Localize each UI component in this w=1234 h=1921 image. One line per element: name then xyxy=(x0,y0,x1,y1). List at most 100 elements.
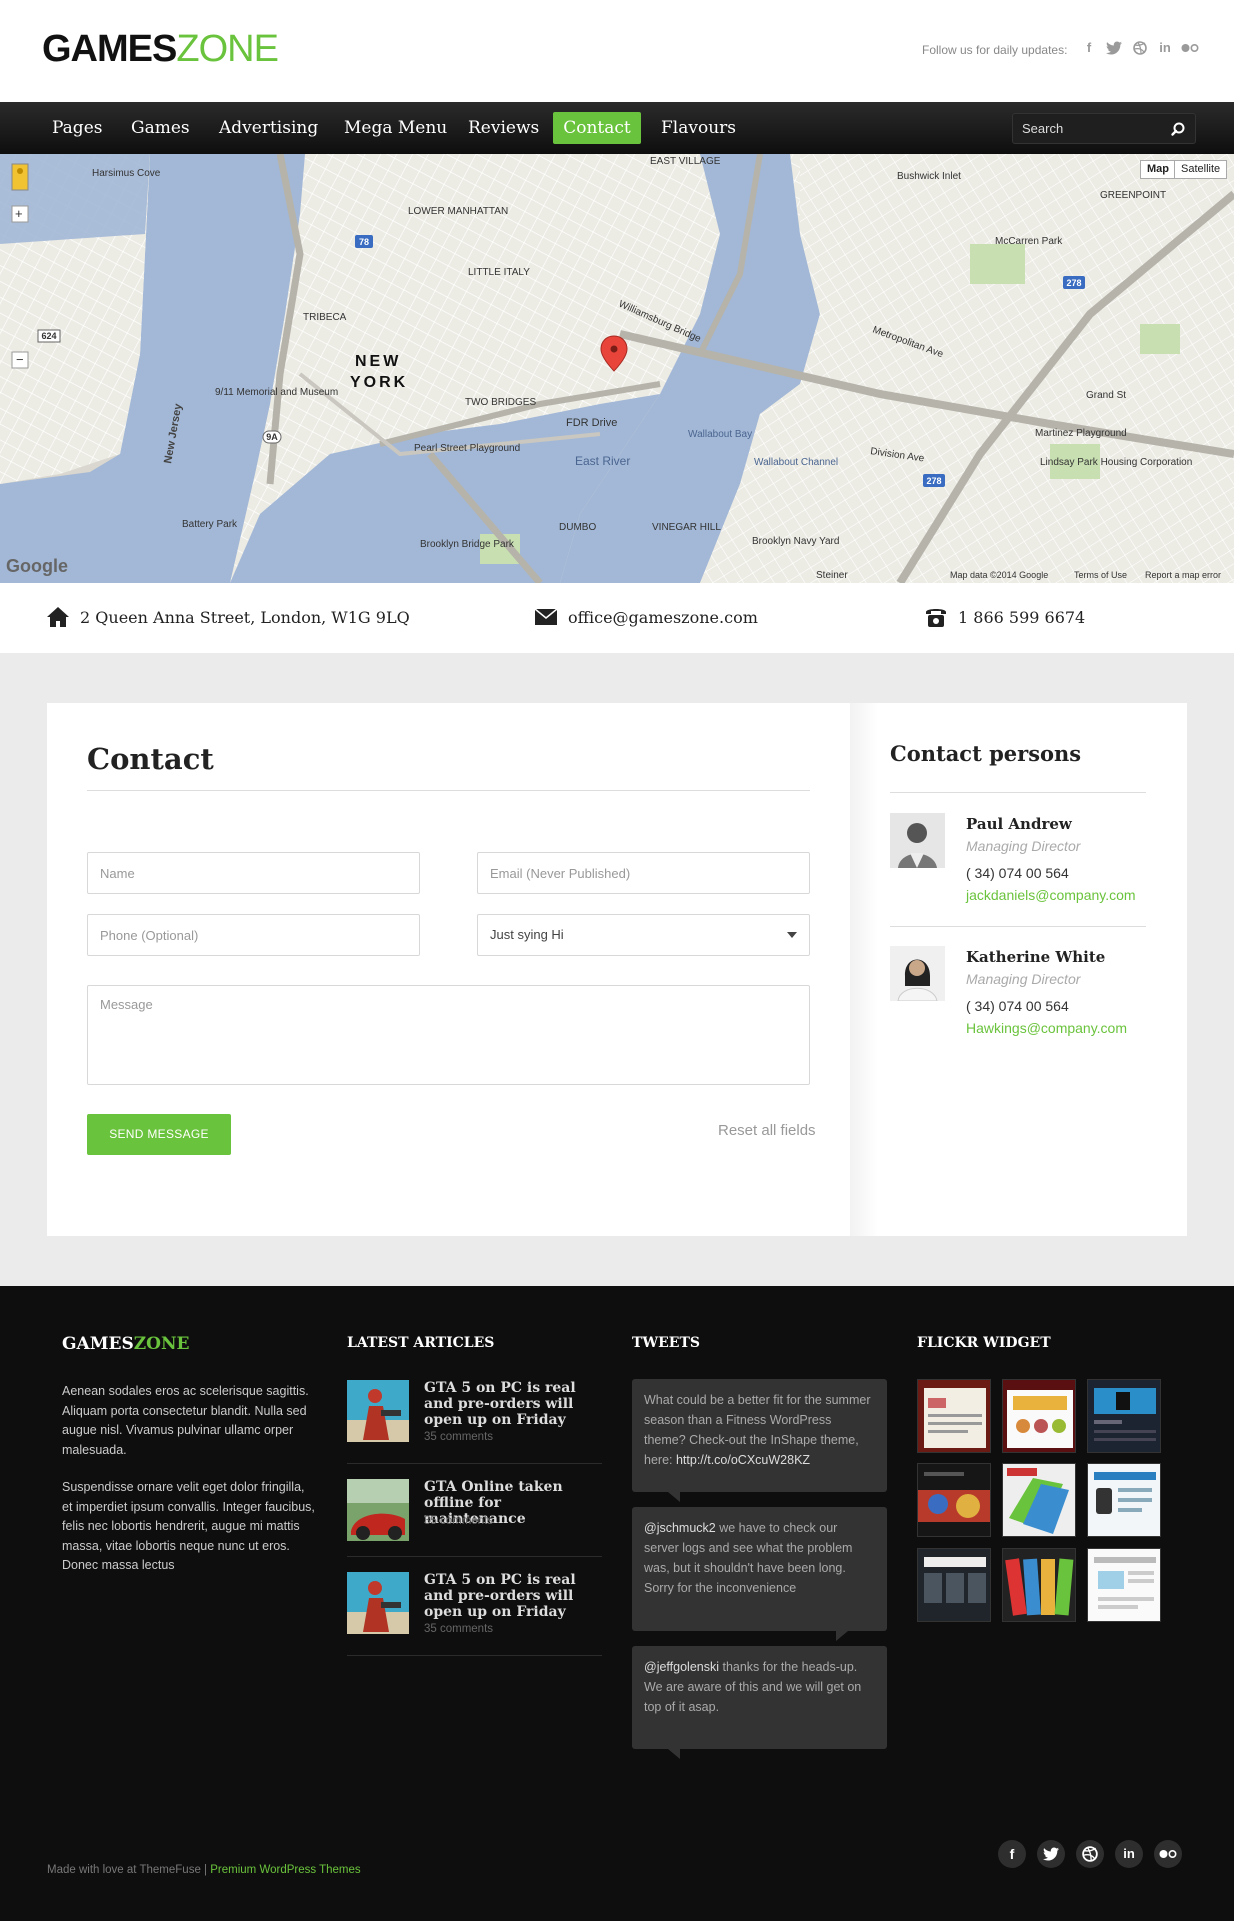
svg-text:Steiner: Steiner xyxy=(816,570,848,581)
phone-icon xyxy=(926,609,946,627)
flickr-thumbnail[interactable] xyxy=(1087,1548,1161,1622)
copyright-separator: | xyxy=(204,1864,208,1876)
article-thumbnail[interactable] xyxy=(347,1572,409,1634)
article-meta: 35 comments xyxy=(424,1515,494,1527)
flickr-thumbnail[interactable] xyxy=(1002,1548,1076,1622)
person-email[interactable]: Hawkings@company.com xyxy=(966,1020,1127,1036)
facebook-icon[interactable]: f xyxy=(1079,38,1099,58)
footer-about-text: Aenean sodales eros ac scelerisque sagit… xyxy=(62,1384,309,1457)
name-input[interactable] xyxy=(87,852,420,894)
location-map[interactable]: 78 278 278 9A 624 NEW YORK LOWER MANHATT… xyxy=(0,154,1234,583)
flickr-icon[interactable] xyxy=(1154,1840,1182,1868)
divider xyxy=(87,790,810,791)
email-input[interactable] xyxy=(477,852,810,894)
svg-text:9/11 Memorial and Museum: 9/11 Memorial and Museum xyxy=(215,387,338,398)
svg-text:Map data ©2014 Google: Map data ©2014 Google xyxy=(950,570,1048,580)
svg-text:LOWER MANHATTAN: LOWER MANHATTAN xyxy=(408,206,508,217)
flickr-thumbnail[interactable] xyxy=(1087,1463,1161,1537)
message-textarea[interactable] xyxy=(87,985,810,1085)
divider xyxy=(890,926,1146,927)
footer-logo[interactable]: GAMESZONE xyxy=(62,1334,189,1354)
flickr-thumbnail[interactable] xyxy=(917,1548,991,1622)
svg-text:NEW: NEW xyxy=(355,353,401,370)
facebook-icon[interactable]: f xyxy=(998,1840,1026,1868)
linkedin-icon[interactable]: in xyxy=(1115,1840,1143,1868)
svg-text:TWO BRIDGES: TWO BRIDGES xyxy=(465,397,536,408)
flickr-thumbnail[interactable] xyxy=(1002,1379,1076,1453)
phone-info: 1 866 599 6674 xyxy=(924,606,1085,628)
contact-persons-title: Contact persons xyxy=(890,741,1082,766)
nav-item-flavours[interactable]: Flavours xyxy=(646,112,751,144)
nav-item-pages[interactable]: Pages xyxy=(37,112,117,144)
map-type-map-button[interactable]: Map xyxy=(1140,160,1176,179)
send-message-button[interactable]: Send Message xyxy=(87,1114,231,1155)
person-name: Paul Andrew xyxy=(966,815,1072,833)
address-info: 2 Queen Anna Street, London, W1G 9LQ xyxy=(46,606,410,628)
tweet-link[interactable]: http://t.co/oCXcuW28KZ xyxy=(676,1453,810,1467)
twitter-icon[interactable] xyxy=(1104,38,1124,58)
nav-item-advertising[interactable]: Advertising xyxy=(204,112,333,144)
dribbble-icon[interactable] xyxy=(1076,1840,1104,1868)
tweet-bubble-tail xyxy=(836,1631,848,1641)
divider xyxy=(347,1655,602,1656)
svg-text:EAST VILLAGE: EAST VILLAGE xyxy=(650,156,721,167)
article-title[interactable]: GTA 5 on PC is real and pre-orders will … xyxy=(424,1380,604,1428)
tweet-handle[interactable]: @jschmuck2 xyxy=(644,1521,716,1535)
subject-select[interactable]: Just sying Hi xyxy=(477,914,810,956)
svg-text:East River: East River xyxy=(575,454,630,468)
search-box xyxy=(1012,113,1196,144)
svg-text:278: 278 xyxy=(926,476,941,486)
phone-input[interactable] xyxy=(87,914,420,956)
address-text: 2 Queen Anna Street, London, W1G 9LQ xyxy=(80,607,410,627)
subject-select-value: Just sying Hi xyxy=(490,927,564,942)
svg-text:Brooklyn Bridge Park: Brooklyn Bridge Park xyxy=(420,539,515,550)
copyright-link[interactable]: Premium WordPress Themes xyxy=(210,1864,360,1876)
tweet: @jschmuck2 we have to check our server l… xyxy=(632,1507,887,1631)
svg-text:Bushwick Inlet: Bushwick Inlet xyxy=(897,171,961,182)
person-email[interactable]: jackdaniels@company.com xyxy=(966,887,1136,903)
svg-text:YORK: YORK xyxy=(350,374,408,391)
flickr-thumbnail[interactable] xyxy=(1087,1379,1161,1453)
article-meta: 35 comments xyxy=(424,1623,494,1635)
reset-fields-link[interactable]: Reset all fields xyxy=(718,1122,816,1139)
site-logo[interactable]: GAMESZONE xyxy=(42,28,279,71)
flickr-thumbnail[interactable] xyxy=(917,1463,991,1537)
svg-text:Google: Google xyxy=(6,556,68,576)
nav-item-reviews[interactable]: Reviews xyxy=(453,112,554,144)
flickr-icon[interactable] xyxy=(1180,38,1200,58)
tweet-handle[interactable]: @jeffgolenski xyxy=(644,1660,719,1674)
svg-text:624: 624 xyxy=(41,331,56,341)
article-thumbnail[interactable] xyxy=(347,1380,409,1442)
dribbble-icon[interactable] xyxy=(1130,38,1150,58)
svg-text:Brooklyn Navy Yard: Brooklyn Navy Yard xyxy=(752,536,839,547)
twitter-icon[interactable] xyxy=(1037,1840,1065,1868)
copyright-text: Made with love at ThemeFuse xyxy=(47,1864,201,1876)
svg-text:DUMBO: DUMBO xyxy=(559,522,596,533)
tweets-title: TWEETS xyxy=(632,1335,701,1351)
nav-item-games[interactable]: Games xyxy=(116,112,205,144)
avatar xyxy=(890,946,945,1001)
svg-text:Harsimus Cove: Harsimus Cove xyxy=(92,168,161,179)
copyright: Made with love at ThemeFuse | Premium Wo… xyxy=(47,1864,361,1876)
linkedin-icon[interactable]: in xyxy=(1155,38,1175,58)
article-thumbnail[interactable] xyxy=(347,1479,409,1541)
flickr-widget-title: FLICKR WIDGET xyxy=(917,1335,1051,1351)
flickr-thumbnail[interactable] xyxy=(917,1379,991,1453)
svg-text:VINEGAR HILL: VINEGAR HILL xyxy=(652,522,721,533)
footer-logo-part1: GAMES xyxy=(62,1334,134,1354)
article-title[interactable]: GTA 5 on PC is real and pre-orders will … xyxy=(424,1572,604,1620)
footer-logo-part2: ZONE xyxy=(133,1334,190,1354)
svg-text:LITTLE ITALY: LITTLE ITALY xyxy=(468,267,530,278)
nav-item-contact[interactable]: Contact xyxy=(553,112,641,144)
tweet: What could be a better fit for the summe… xyxy=(632,1379,887,1492)
person-name: Katherine White xyxy=(966,948,1106,966)
svg-text:Report a map error: Report a map error xyxy=(1145,570,1221,580)
email-text[interactable]: office@gameszone.com xyxy=(568,608,758,627)
flickr-thumbnail[interactable] xyxy=(1002,1463,1076,1537)
search-input[interactable] xyxy=(1013,114,1163,143)
svg-text:9A: 9A xyxy=(266,432,278,442)
map-type-satellite-button[interactable]: Satellite xyxy=(1174,160,1228,179)
tweet: @jeffgolenski thanks for the heads-up. W… xyxy=(632,1646,887,1749)
search-icon[interactable] xyxy=(1167,118,1189,140)
nav-item-mega-menu[interactable]: Mega Menu xyxy=(329,112,462,144)
